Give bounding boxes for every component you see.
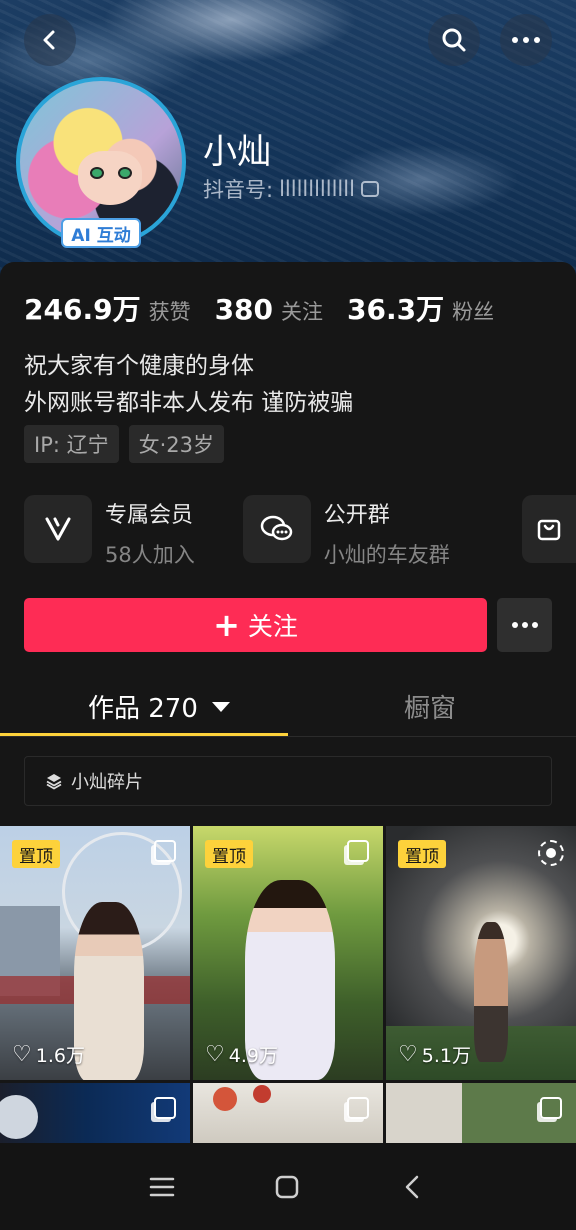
home-square-icon xyxy=(275,1175,299,1199)
followers-label: 粉丝 xyxy=(452,300,495,324)
tab-works-label: 作品 270 xyxy=(88,694,198,724)
heart-icon: ♡ xyxy=(12,1041,32,1067)
follow-button[interactable]: + 关注 xyxy=(24,598,487,652)
sticker-shape xyxy=(213,1087,237,1111)
bio-line: 祝大家有个健康的身体 xyxy=(24,353,254,379)
post-tile[interactable] xyxy=(0,1083,190,1143)
post-tile[interactable] xyxy=(193,1083,383,1143)
copy-icon[interactable] xyxy=(360,181,379,197)
vip-v-icon xyxy=(24,495,92,563)
pinned-badge: 置顶 xyxy=(12,840,60,868)
likes-count: 5.1万 xyxy=(421,1045,471,1067)
content-tabs: 作品 270 橱窗 xyxy=(0,680,576,736)
post-tile[interactable] xyxy=(386,1083,576,1143)
following-count[interactable]: 380 xyxy=(215,293,273,326)
system-back-button[interactable] xyxy=(392,1171,432,1203)
feature-title: 公开群 xyxy=(323,503,390,528)
following-label: 关注 xyxy=(281,300,324,324)
heart-icon: ♡ xyxy=(398,1041,418,1067)
bio-line: 外网账号都非本人发布 谨防被骗 xyxy=(24,390,354,416)
more-dots-icon xyxy=(512,37,540,43)
back-chevron-icon xyxy=(405,1175,419,1199)
nickname: 小灿 xyxy=(203,132,271,172)
post-tile[interactable]: 置顶 ♡ 1.6万 xyxy=(0,826,190,1080)
search-button[interactable] xyxy=(428,14,480,66)
douyin-id-label: 抖音号: xyxy=(203,178,274,202)
moon-shape xyxy=(0,1095,38,1139)
stats-row: 246.9万 获赞 380 关注 36.3万 粉丝 xyxy=(24,288,518,328)
post-tile[interactable]: 置顶 ♡ 5.1万 xyxy=(386,826,576,1080)
profile-tags: IP: 辽宁 女·23岁 xyxy=(24,425,225,463)
tab-works[interactable]: 作品 270 xyxy=(88,688,230,725)
likes-count: 1.6万 xyxy=(35,1045,85,1067)
pinned-badge: 置顶 xyxy=(205,840,253,868)
tab-divider xyxy=(0,736,576,737)
ip-location-tag: IP: 辽宁 xyxy=(24,425,119,463)
pinned-badge: 置顶 xyxy=(398,840,446,868)
feature-title: 专属会员 xyxy=(105,503,194,528)
gender-age-tag: 女·23岁 xyxy=(128,425,225,463)
post-tile[interactable]: 置顶 ♡ 4.9万 xyxy=(193,826,383,1080)
likes-count: 4.9万 xyxy=(228,1045,278,1067)
collection-label: 小灿碎片 xyxy=(71,772,143,793)
plus-icon: + xyxy=(213,606,240,644)
back-button[interactable] xyxy=(24,14,76,66)
multi-image-icon xyxy=(347,840,369,862)
multi-image-icon xyxy=(540,1097,562,1119)
post-likes: ♡ 1.6万 xyxy=(12,1041,85,1068)
sticker-shape xyxy=(253,1085,271,1103)
multi-image-icon xyxy=(154,840,176,862)
layers-icon xyxy=(46,774,62,790)
avatar-eye xyxy=(90,167,104,179)
shop-entry[interactable] xyxy=(522,495,576,563)
heart-icon: ♡ xyxy=(205,1041,225,1067)
feature-row: 专属会员 58人加入 公开群 小灿的车友群 xyxy=(24,495,498,569)
douyin-id-value: lllllllllllll xyxy=(279,177,355,201)
feature-subtitle: 小灿的车友群 xyxy=(323,543,450,567)
menu-icon xyxy=(149,1177,175,1197)
collection-chip[interactable]: 小灿碎片 xyxy=(24,756,552,806)
post-likes: ♡ 5.1万 xyxy=(398,1041,471,1068)
vip-membership-entry[interactable]: 专属会员 58人加入 xyxy=(24,495,195,569)
multi-image-icon xyxy=(347,1097,369,1119)
back-arrow-icon xyxy=(43,30,55,50)
search-icon xyxy=(442,28,466,52)
home-button[interactable] xyxy=(267,1171,307,1203)
post-likes: ♡ 4.9万 xyxy=(205,1041,278,1068)
follow-more-button[interactable] xyxy=(497,598,552,652)
menu-button[interactable] xyxy=(142,1171,182,1203)
likes-label: 获赞 xyxy=(148,300,191,324)
live-photo-icon xyxy=(538,840,564,866)
likes-count[interactable]: 246.9万 xyxy=(24,288,141,328)
follow-label: 关注 xyxy=(247,612,298,641)
person-shape xyxy=(474,922,508,1062)
feature-subtitle: 58人加入 xyxy=(105,543,195,567)
group-chat-entry[interactable]: 公开群 小灿的车友群 xyxy=(242,495,450,569)
group-chat-icon xyxy=(242,495,311,563)
followers-count[interactable]: 36.3万 xyxy=(347,288,444,328)
avatar-eye xyxy=(118,167,132,179)
caret-down-icon xyxy=(211,701,230,712)
bio: 祝大家有个健康的身体 外网账号都非本人发布 谨防被骗 xyxy=(24,348,353,422)
shopping-bag-icon xyxy=(537,519,561,541)
ai-interact-badge[interactable]: AI 互动 xyxy=(61,218,141,248)
multi-image-icon xyxy=(154,1097,176,1119)
tab-showcase[interactable]: 橱窗 xyxy=(404,688,456,725)
system-nav-bar xyxy=(0,1143,576,1230)
more-button[interactable] xyxy=(500,14,552,66)
avatar-face xyxy=(78,151,142,205)
douyin-id[interactable]: 抖音号: lllllllllllll xyxy=(203,174,379,204)
more-dots-icon xyxy=(511,622,538,628)
